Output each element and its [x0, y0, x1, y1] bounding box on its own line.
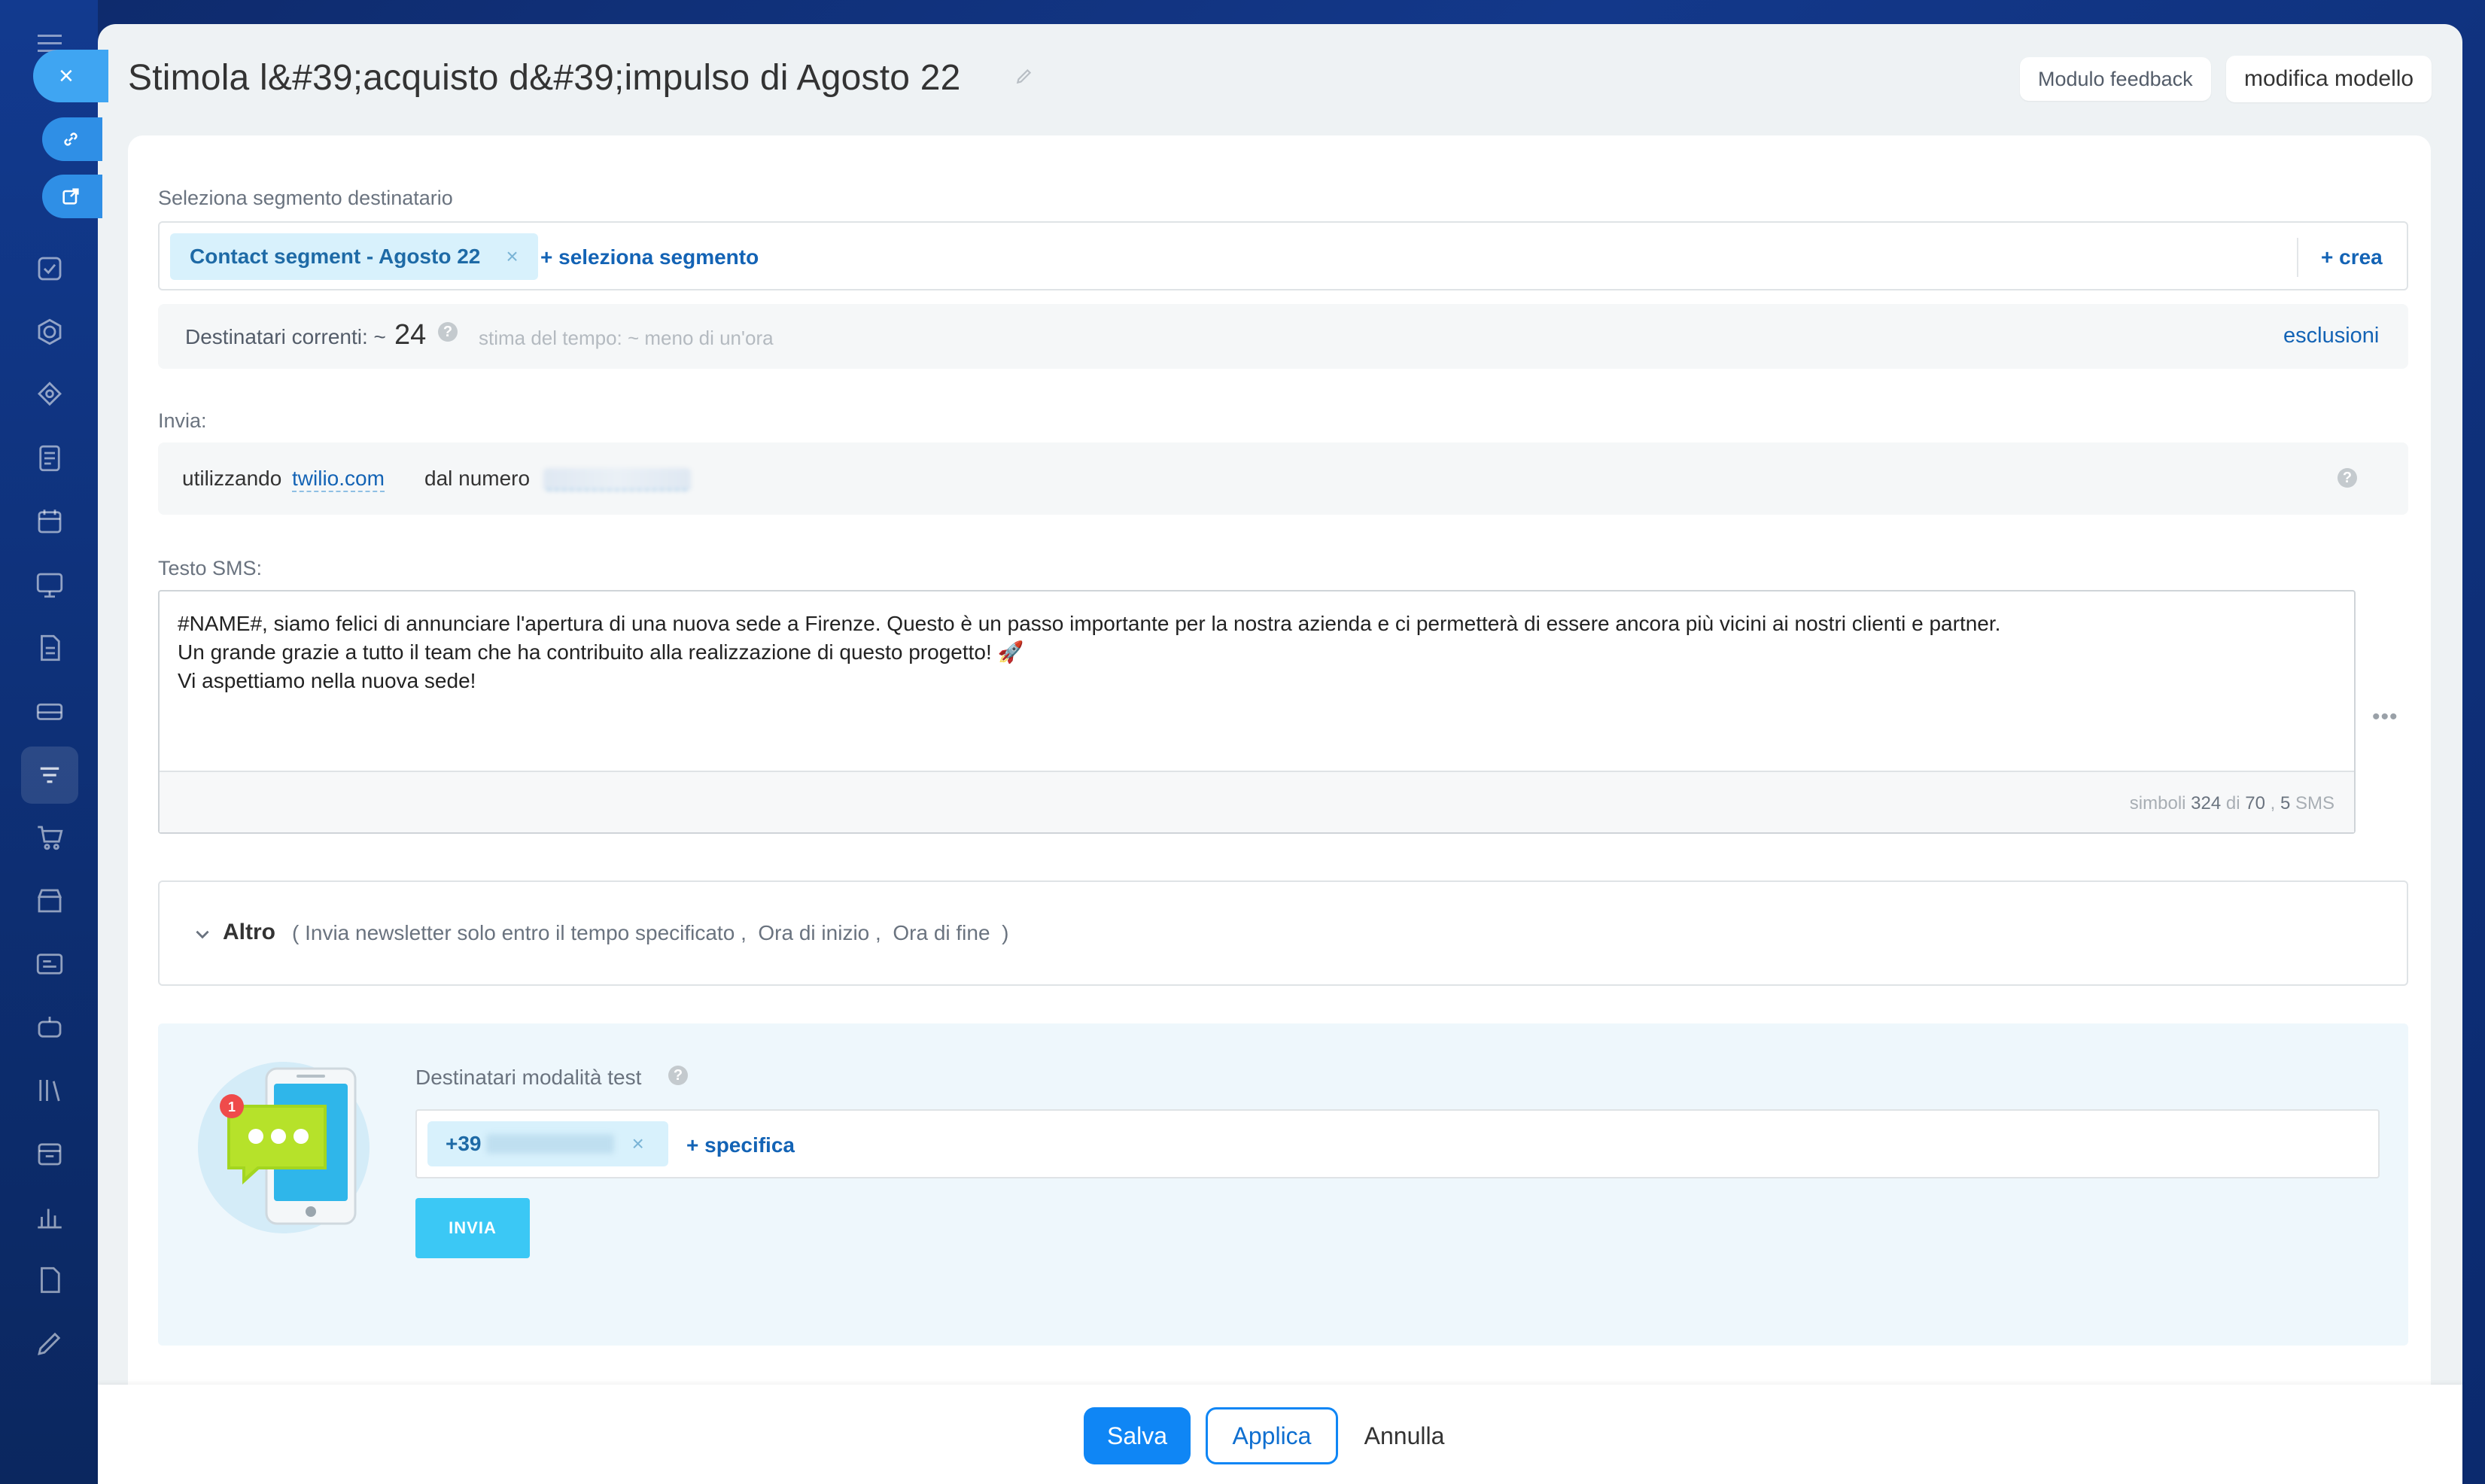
phone-number-redacted — [485, 1134, 614, 1154]
circle-icon[interactable] — [34, 316, 65, 348]
recipients-count: 24 — [394, 319, 427, 351]
using-label: utilizzando — [182, 467, 282, 490]
segment-selector[interactable]: Contact segment - Agosto 22 × + selezion… — [158, 221, 2408, 290]
open-new-window-button[interactable] — [42, 175, 102, 218]
calendar-icon[interactable] — [34, 506, 65, 537]
page-title: Stimola l&#39;acquisto d&#39;impulso di … — [128, 58, 961, 98]
file-icon[interactable] — [34, 632, 65, 664]
link-icon — [64, 132, 78, 146]
sms-footer: simboli 324 di 70 , 5 SMS — [160, 771, 2354, 832]
sms-text-label: Testo SMS: — [158, 557, 263, 579]
analytics-icon[interactable] — [34, 1201, 65, 1233]
help-icon[interactable]: ? — [2337, 468, 2357, 488]
start-time-option: Ora di inizio — [758, 921, 870, 944]
copy-link-button[interactable] — [42, 117, 102, 161]
end-time-option: Ora di fine — [893, 921, 990, 944]
test-recipients-input[interactable]: +39 × + specifica — [415, 1109, 2380, 1178]
pencil-icon[interactable] — [1014, 66, 1034, 86]
edit-template-button[interactable]: modifica modello — [2226, 56, 2432, 102]
presentation-icon[interactable] — [34, 569, 65, 601]
phone-message-illustration: 1 — [198, 1062, 370, 1233]
notification-badge: 1 — [228, 1099, 236, 1115]
more-options-icon[interactable]: ••• — [2372, 704, 2398, 730]
inbox-icon[interactable] — [34, 695, 65, 727]
store-icon[interactable] — [34, 885, 65, 917]
segment-label: Seleziona segmento destinatario — [158, 187, 453, 209]
edit-icon[interactable] — [34, 1327, 65, 1359]
create-segment-link[interactable]: + crea — [2321, 245, 2383, 269]
send-test-button[interactable]: INVIA — [415, 1198, 530, 1258]
chevron-down-icon[interactable] — [193, 924, 212, 944]
sender-number-redacted[interactable] — [543, 468, 691, 491]
help-icon[interactable]: ? — [438, 322, 458, 342]
exclusions-link[interactable]: esclusioni — [2283, 324, 2379, 348]
segment-tag[interactable]: Contact segment - Agosto 22 × — [170, 233, 538, 280]
test-mode-section: 1 Destinatari modalità test ? +39 × + sp… — [158, 1023, 2408, 1346]
recipients-label: Destinatari correnti: ~ — [185, 325, 386, 348]
sms-message-text[interactable]: #NAME#, siamo felici di annunciare l'ape… — [178, 610, 2330, 695]
sms-campaign-panel: Stimola l&#39;acquisto d&#39;impulso di … — [98, 24, 2462, 1484]
help-icon[interactable]: ? — [668, 1066, 688, 1085]
from-number-label: dal numero — [424, 467, 531, 490]
close-icon: × — [59, 61, 74, 90]
test-phone-tag[interactable]: +39 × — [427, 1121, 668, 1166]
card-icon[interactable] — [34, 948, 65, 980]
sender-row: utilizzando twilio.com dal numero ? — [158, 442, 2408, 515]
time-estimate: stima del tempo: ~ meno di un'ora — [479, 327, 774, 349]
robot-icon[interactable] — [34, 1011, 65, 1043]
save-button[interactable]: Salva — [1084, 1407, 1191, 1464]
segment-tag-label: Contact segment - Agosto 22 — [190, 245, 481, 268]
other-title[interactable]: Altro — [223, 920, 275, 945]
specify-recipient-link[interactable]: + specifica — [686, 1133, 795, 1157]
sms-character-count: simboli 324 di 70 , 5 SMS — [2129, 793, 2334, 813]
marketing-icon[interactable] — [21, 747, 78, 804]
close-slider-button[interactable]: × — [33, 50, 108, 102]
sms-textarea[interactable]: #NAME#, siamo felici di annunciare l'ape… — [158, 590, 2356, 834]
form-card: Seleziona segmento destinatario Contact … — [128, 135, 2431, 1484]
apply-button[interactable]: Applica — [1206, 1407, 1338, 1464]
send-label: Invia: — [158, 409, 207, 432]
footer-bar: Salva Applica Annulla — [98, 1385, 2462, 1484]
other-details: ( Invia newsletter solo entro il tempo s… — [292, 921, 1009, 944]
library-icon[interactable] — [34, 1075, 65, 1106]
schedule-icon[interactable] — [34, 1138, 65, 1169]
feedback-form-button[interactable]: Modulo feedback — [2020, 57, 2211, 101]
document-icon[interactable] — [34, 442, 65, 474]
remove-tag-icon[interactable]: × — [506, 245, 518, 269]
provider-link[interactable]: twilio.com — [292, 467, 385, 492]
test-recipients-label: Destinatari modalità test — [415, 1066, 642, 1089]
time-restriction-option: Invia newsletter solo entro il tempo spe… — [305, 921, 735, 944]
cart-icon[interactable] — [34, 822, 65, 853]
select-segment-link[interactable]: + seleziona segmento — [540, 245, 759, 269]
recipients-row: Destinatari correnti: ~ 24 ? stima del t… — [158, 304, 2408, 369]
app-sidebar — [0, 0, 98, 1484]
remove-tag-icon[interactable]: × — [632, 1132, 644, 1156]
divider — [2297, 238, 2298, 277]
puzzle-icon[interactable] — [34, 379, 65, 411]
external-link-icon — [62, 188, 79, 205]
report-icon[interactable] — [34, 1264, 65, 1296]
tasks-icon[interactable] — [34, 253, 65, 284]
other-settings-section[interactable]: Altro ( Invia newsletter solo entro il t… — [158, 880, 2408, 986]
phone-prefix: +39 — [446, 1132, 482, 1155]
cancel-button[interactable]: Annulla — [1359, 1407, 1449, 1464]
